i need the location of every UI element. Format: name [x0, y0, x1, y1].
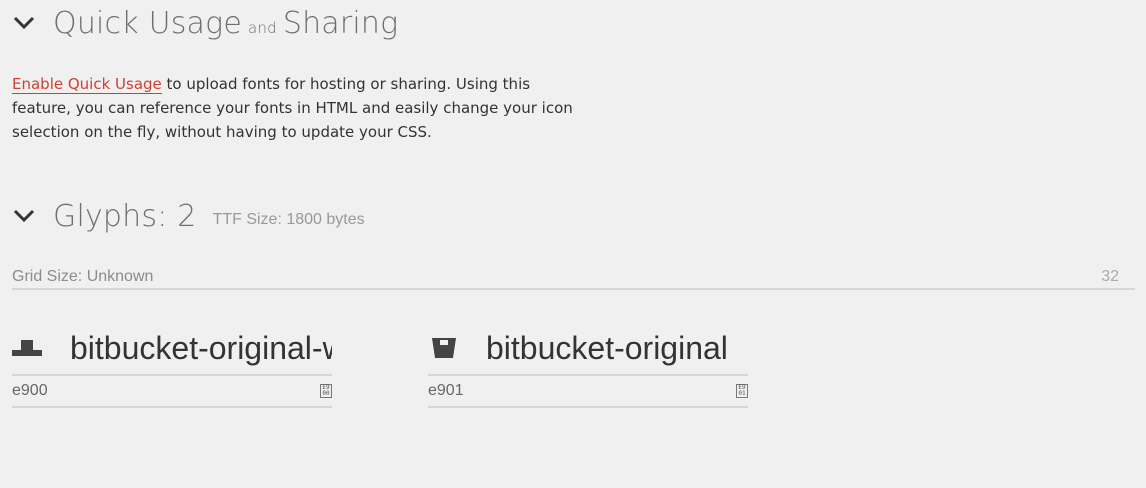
ttf-size: TTF Size: 1800 bytes: [212, 211, 365, 228]
bitbucket-icon: [428, 332, 460, 364]
quick-usage-title: Quick Usage and Sharing: [53, 5, 399, 41]
grid-size-label: Grid Size: Unknown: [12, 268, 154, 285]
glyph-name: bitbucket-original-wordmark: [70, 329, 332, 366]
glyph-card[interactable]: bitbucket-original e901 E9 01: [428, 322, 748, 408]
glyph-code[interactable]: e900: [12, 382, 48, 400]
glyph-card[interactable]: bitbucket-original-wordmark e900 E900: [12, 322, 332, 408]
chevron-down-icon[interactable]: [12, 204, 36, 228]
quick-usage-header[interactable]: Quick Usage and Sharing: [12, 3, 398, 43]
glyphs-title: Glyphs: 2: [53, 198, 197, 234]
grid-size-value[interactable]: 32: [1101, 268, 1119, 286]
quick-usage-description: Enable Quick Usage to upload fonts for h…: [12, 75, 573, 141]
glyph-char-icon: E9 00: [320, 384, 332, 398]
glyph-code[interactable]: e901: [428, 382, 464, 400]
grid-size-row: Grid Size: Unknown 32: [12, 264, 1135, 290]
bitbucket-wordmark-icon: [12, 332, 44, 364]
glyphs-header[interactable]: Glyphs: 2 TTF Size: 1800 bytes: [12, 196, 365, 236]
enable-quick-usage-link[interactable]: Enable Quick Usage: [12, 75, 162, 94]
chevron-down-icon[interactable]: [12, 11, 36, 35]
glyph-char-icon: E9 01: [736, 384, 748, 398]
glyph-name: bitbucket-original: [486, 329, 728, 366]
